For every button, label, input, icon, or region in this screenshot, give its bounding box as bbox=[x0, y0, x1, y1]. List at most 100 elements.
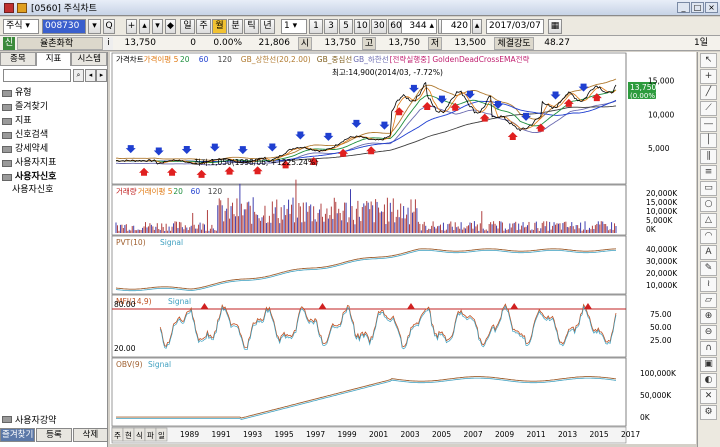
period-minute[interactable]: 분 bbox=[228, 19, 243, 34]
price-legend-item: GB_상한선(20,2.00) bbox=[241, 54, 311, 64]
magnet-icon[interactable]: ∩ bbox=[700, 341, 717, 356]
channel-icon[interactable]: ∥ bbox=[700, 149, 717, 164]
rect-icon[interactable]: ▭ bbox=[700, 181, 717, 196]
trend-icon[interactable]: ⟋ bbox=[700, 101, 717, 116]
prev-icon[interactable]: ◂ bbox=[85, 69, 96, 82]
minimize-button[interactable]: _ bbox=[677, 2, 690, 13]
toolbar: 주식 ▾ 008730 ▾ Q + ▴ ▾ ◆ 일 주 월 분 틱 년 1 ▾ … bbox=[0, 17, 720, 44]
zoom-out-icon[interactable]: ⊖ bbox=[700, 325, 717, 340]
chart-area[interactable]: 가격차트 가격이평 5 20 60 120 GB_상한선(20,2.00) GB_중심선 GB… bbox=[110, 52, 696, 444]
indicator-search-input[interactable] bbox=[3, 69, 71, 82]
price-legend-item: GB_하한선 bbox=[353, 54, 389, 64]
search-code-button[interactable]: ▾ bbox=[88, 19, 101, 34]
minute-10-button[interactable]: 10 bbox=[354, 19, 370, 34]
mfi-level-high: 80.00 bbox=[114, 300, 136, 309]
period-tick[interactable]: 틱 bbox=[244, 19, 259, 34]
minute-5-button[interactable]: 5 bbox=[339, 19, 353, 34]
tree-item-favorites[interactable]: 즐겨찾기 bbox=[2, 100, 106, 114]
prev-stock-icon[interactable]: ▴ bbox=[139, 19, 150, 34]
favorite-icon[interactable]: + bbox=[126, 19, 137, 34]
chart-scroll-tab-label: 주 bbox=[114, 431, 121, 440]
volume-panel-frame bbox=[111, 184, 627, 236]
tree-item-signal-search[interactable]: 신호검색 bbox=[2, 128, 106, 142]
code-input[interactable]: 008730 bbox=[42, 19, 86, 34]
stock-name: 율촌화학 bbox=[17, 37, 103, 50]
minute-3-button[interactable]: 3 bbox=[324, 19, 338, 34]
market-select[interactable]: 주식 ▾ bbox=[3, 19, 39, 34]
pencil-icon[interactable]: ✎ bbox=[700, 261, 717, 276]
arc-icon[interactable]: ◠ bbox=[700, 229, 717, 244]
settings-icon[interactable]: ⚙ bbox=[700, 405, 717, 420]
x-axis-tick: 1991 bbox=[212, 430, 231, 439]
period-year[interactable]: 년 bbox=[260, 19, 275, 34]
register-button[interactable]: 등록 bbox=[36, 428, 72, 442]
delete-button[interactable]: 삭제 bbox=[72, 428, 108, 442]
folder-icon bbox=[2, 131, 12, 139]
text-icon[interactable]: A bbox=[700, 245, 717, 260]
close-button[interactable]: × bbox=[705, 2, 718, 13]
max-price-label: 최고:14,900(2014/03, -7.72%) bbox=[332, 67, 443, 77]
trash-icon[interactable]: ✕ bbox=[700, 389, 717, 404]
min-price-label: 최저:1,050(1998/06, +1225.24%) bbox=[194, 157, 318, 167]
eraser-icon[interactable]: ▱ bbox=[700, 293, 717, 308]
zoom-in-icon[interactable]: ⊕ bbox=[700, 309, 717, 324]
display-count-input[interactable]: 420 bbox=[441, 19, 471, 34]
circle-icon[interactable]: ○ bbox=[700, 197, 717, 212]
period-week[interactable]: 주 bbox=[196, 19, 211, 34]
date-picker[interactable]: 2017/03/07 ▾ bbox=[486, 19, 544, 44]
help-icon[interactable] bbox=[17, 2, 27, 13]
price-legend-item: 120 bbox=[218, 55, 233, 64]
chart-svg[interactable]: 가격차트 가격이평 5 20 60 120 GB_상한선(20,2.00) GB_중심선 GB… bbox=[110, 52, 696, 444]
tab-stock[interactable]: 종목 bbox=[0, 52, 36, 66]
tab-indicator[interactable]: 지표 bbox=[35, 52, 72, 66]
pvt-panel-frame bbox=[111, 235, 627, 295]
code-search-icon[interactable]: Q bbox=[103, 19, 115, 34]
tree-item-strength[interactable]: 강세약세 bbox=[2, 142, 106, 156]
mfi-y-tick: 25.00 bbox=[650, 336, 672, 345]
count-input[interactable]: 344 ▴ bbox=[401, 19, 437, 34]
tab-system[interactable]: 시스템 bbox=[71, 52, 108, 66]
obv-y-tick: 0K bbox=[640, 413, 651, 422]
tree-item-type[interactable]: 유형 bbox=[2, 86, 106, 100]
chart-scroll-tab-label: 현 bbox=[125, 431, 132, 440]
x-axis-tick: 2013 bbox=[558, 430, 577, 439]
triangle-icon[interactable]: △ bbox=[700, 213, 717, 228]
tree-item-user-signals[interactable]: 사용자신호 bbox=[2, 170, 106, 184]
x-axis-tick: 2001 bbox=[369, 430, 388, 439]
price-legend-item: 60 bbox=[199, 55, 209, 64]
x-axis-tick: 2015 bbox=[590, 430, 609, 439]
favorites-tab[interactable]: 즐겨찾기 bbox=[0, 428, 36, 442]
pvt-y-tick: 30,000K bbox=[646, 257, 678, 266]
price-change: 0 bbox=[190, 38, 196, 48]
next-stock-icon[interactable]: ▾ bbox=[152, 19, 163, 34]
tree-item-user-indicators[interactable]: 사용자지표 bbox=[2, 156, 106, 170]
search-icon[interactable]: ⌕ bbox=[73, 69, 84, 82]
tree-item-indicators[interactable]: 지표 bbox=[2, 114, 106, 128]
volume-y-tick: 10,000K bbox=[646, 207, 678, 216]
maximize-button[interactable]: □ bbox=[691, 2, 704, 13]
lock-icon[interactable]: ▣ bbox=[700, 357, 717, 372]
next-icon[interactable]: ▸ bbox=[96, 69, 107, 82]
tree-item-user-strength[interactable]: 사용자강약 bbox=[2, 412, 106, 426]
cross-icon[interactable]: + bbox=[700, 69, 717, 84]
strength-value: 48.27 bbox=[544, 38, 570, 48]
line-icon[interactable]: ╱ bbox=[700, 85, 717, 100]
fibo-icon[interactable]: ≡ bbox=[700, 165, 717, 180]
pointer-icon[interactable]: ↖ bbox=[700, 53, 717, 68]
low-value: 13,500 bbox=[454, 38, 487, 48]
hline-icon[interactable]: ― bbox=[700, 117, 717, 132]
brush-icon[interactable]: ≀ bbox=[700, 277, 717, 292]
tree-child-user-signal[interactable]: 사용자신호 bbox=[2, 184, 106, 197]
link-icon[interactable]: ◆ bbox=[165, 19, 176, 34]
minute-1-button[interactable]: 1 bbox=[309, 19, 323, 34]
period-count-select[interactable]: 1 ▾ bbox=[281, 19, 307, 34]
left-panel: 종목 지표 시스템 ⌕ ◂ ▸ 유형 즐겨찾기 지표 신호검색 강세약세 사용자… bbox=[0, 52, 108, 447]
period-day[interactable]: 일 bbox=[180, 19, 195, 34]
spin-icon[interactable]: ▴ bbox=[472, 19, 482, 34]
minute-30-button[interactable]: 30 bbox=[371, 19, 387, 34]
period-month[interactable]: 월 bbox=[212, 19, 227, 34]
vline-icon[interactable]: │ bbox=[700, 133, 717, 148]
calendar-icon[interactable]: ▦ bbox=[548, 19, 562, 34]
color-icon[interactable]: ◐ bbox=[700, 373, 717, 388]
price-y-tick: 5,000 bbox=[648, 144, 670, 153]
